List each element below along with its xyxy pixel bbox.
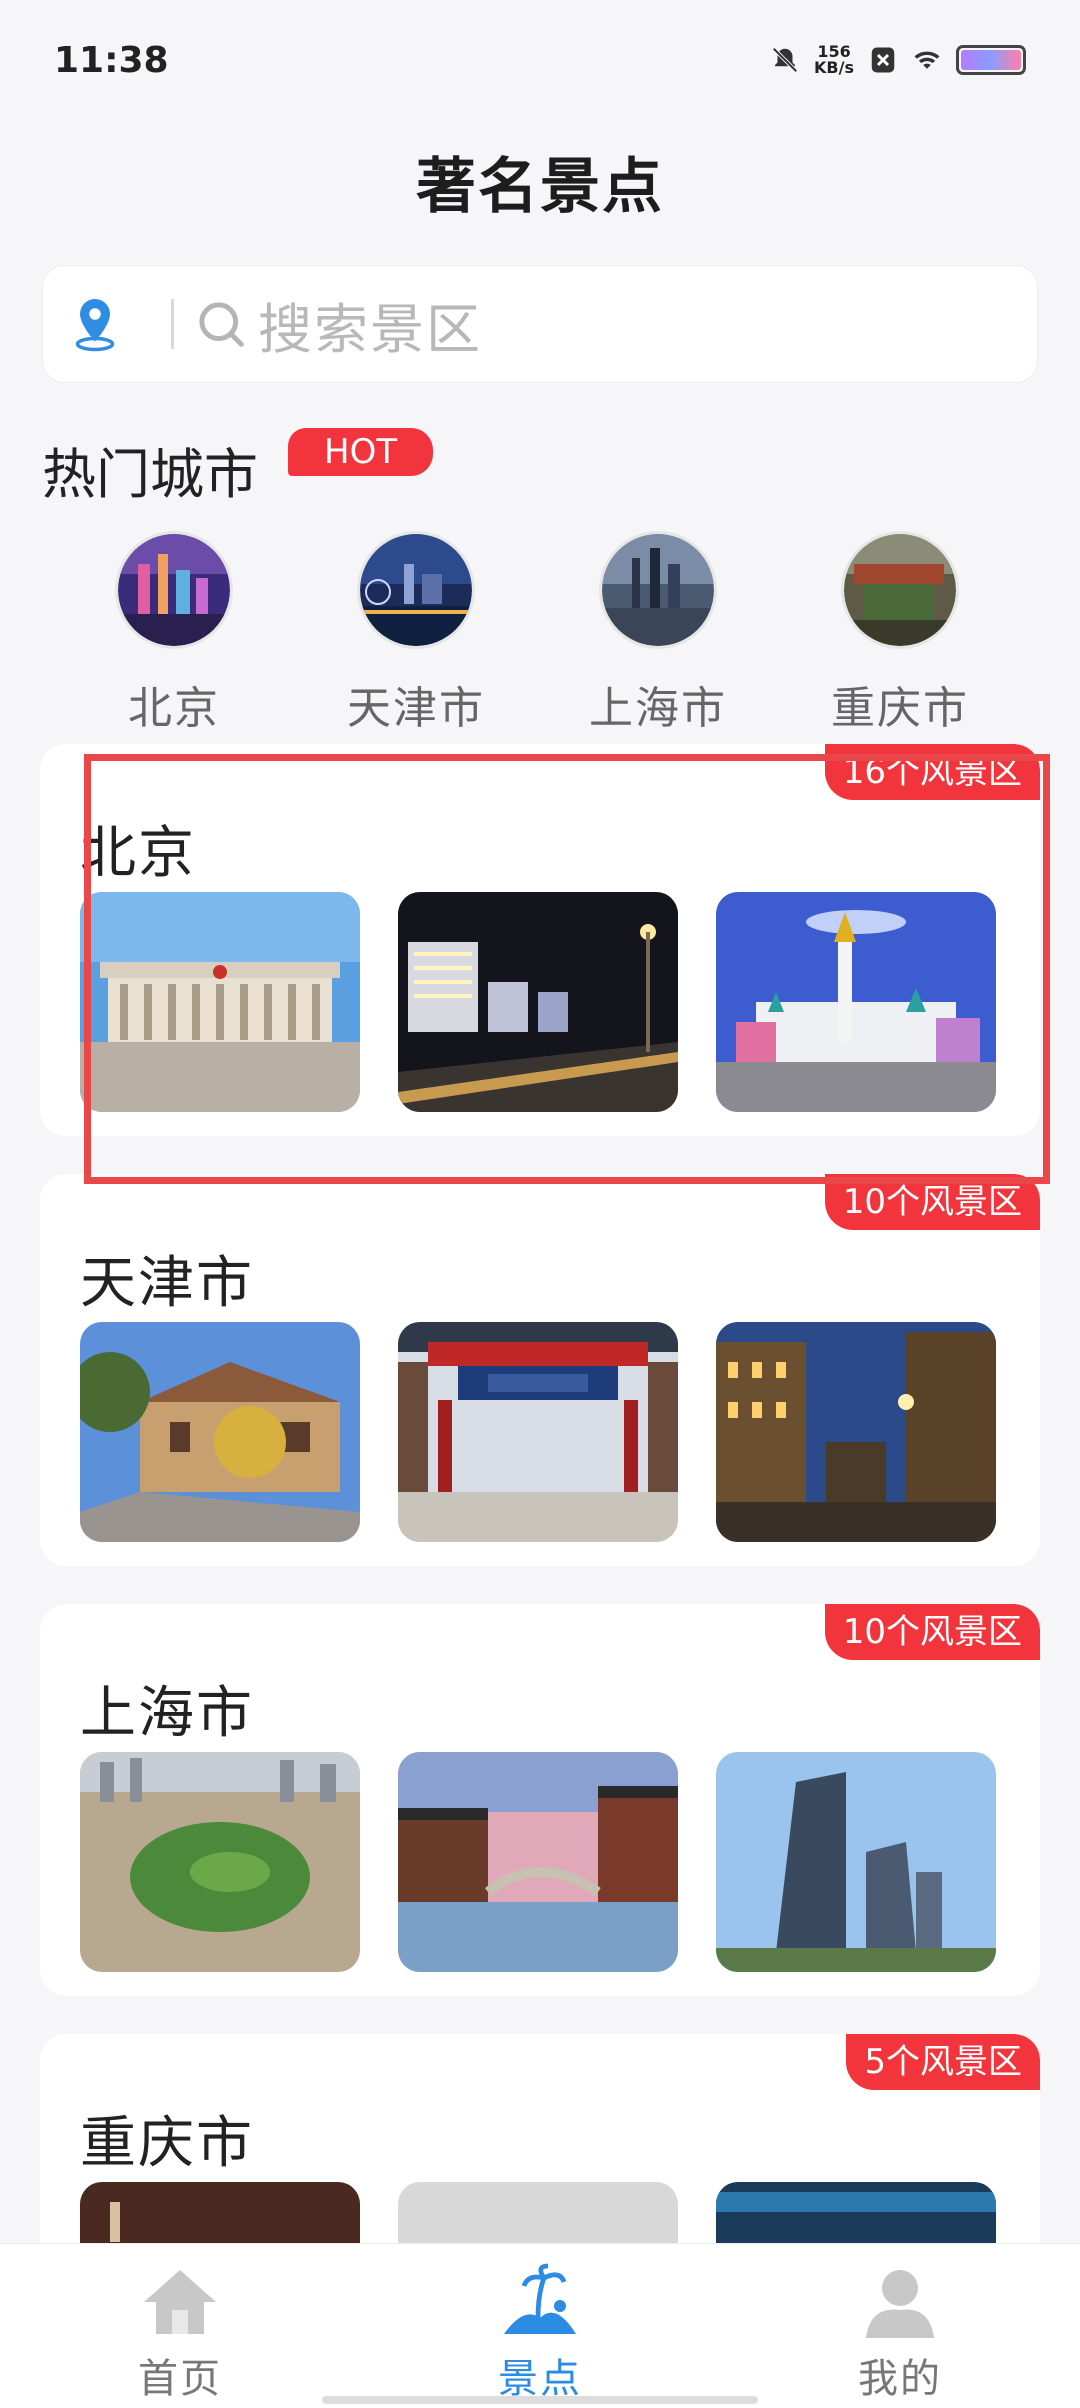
skyscraper-photo — [716, 1752, 996, 1972]
profile-icon — [866, 2270, 934, 2338]
city-name: 重庆市 — [831, 683, 969, 734]
city-avatar — [118, 534, 230, 646]
scenic-thumb[interactable] — [716, 892, 996, 1112]
location-pin-icon[interactable] — [65, 294, 125, 354]
villa-photo — [80, 1322, 360, 1542]
city-avatar — [602, 534, 714, 646]
scenic-thumb[interactable] — [398, 1322, 678, 1542]
scenery-icon — [504, 2263, 576, 2334]
city-card-shanghai[interactable]: 10个风景区 上海市 — [40, 1604, 1040, 1996]
network-speed: 156 KB/s — [814, 44, 854, 76]
italian-street-photo — [716, 1322, 996, 1542]
city-chip-shanghai[interactable]: 上海市 — [568, 534, 748, 736]
scenic-thumb[interactable] — [716, 1322, 996, 1542]
thumb-row — [80, 892, 996, 1112]
status-bar: 11:38 156 KB/s — [0, 0, 1080, 120]
mute-bell-icon — [772, 47, 798, 73]
hot-cities-title: 热门城市 — [42, 443, 258, 506]
city-name: 天津市 — [347, 683, 485, 734]
city-avatar — [844, 534, 956, 646]
scenic-count-badge: 5个风景区 — [846, 2034, 1040, 2090]
river-park-photo — [80, 1752, 360, 1972]
battery-level — [961, 50, 1021, 70]
page-title: 著名景点 — [416, 152, 664, 222]
city-chip-chongqing[interactable]: 重庆市 — [810, 534, 990, 736]
scenic-thumb[interactable] — [80, 1322, 360, 1542]
city-name: 北京 — [128, 683, 220, 734]
city-chip-beijing[interactable]: 北京 — [84, 534, 264, 736]
city-chip-tianjin[interactable]: 天津市 — [326, 534, 506, 736]
scenic-thumb[interactable] — [398, 892, 678, 1112]
city-card-beijing[interactable]: 16个风景区 北京 — [40, 744, 1040, 1136]
museum-photo — [80, 892, 360, 1112]
night-street-photo — [398, 892, 678, 1112]
home-indicator — [322, 2396, 758, 2404]
scenic-count-badge: 16个风景区 — [824, 744, 1040, 800]
search-input[interactable]: 搜索景区 — [258, 285, 482, 364]
no-sim-icon — [871, 47, 895, 73]
search-bar[interactable]: 搜索景区 — [42, 265, 1038, 383]
battery-icon — [956, 45, 1026, 75]
status-time: 11:38 — [54, 39, 169, 81]
wifi-icon — [914, 51, 940, 69]
scenic-count-badge: 10个风景区 — [824, 1604, 1040, 1660]
scenic-thumb[interactable] — [80, 1752, 360, 1972]
nav-home[interactable]: 首页 — [80, 2262, 280, 2404]
home-icon — [144, 2270, 216, 2334]
castle-photo — [716, 892, 996, 1112]
city-avatar — [360, 534, 472, 646]
scenic-thumb[interactable] — [398, 1752, 678, 1972]
hot-badge: HOT — [288, 428, 434, 476]
search-divider — [171, 299, 174, 349]
nav-label: 我的 — [858, 2356, 942, 2402]
card-title: 重庆市 — [80, 2111, 254, 2176]
status-icons: 156 KB/s — [770, 44, 1026, 76]
nav-scenery[interactable]: 景点 — [440, 2262, 640, 2404]
card-title: 上海市 — [80, 1681, 254, 1746]
hot-city-row: 北京 天津市 上海市 重庆市 — [0, 534, 1080, 734]
thumb-row — [80, 1322, 996, 1542]
city-name: 上海市 — [589, 683, 727, 734]
card-title: 天津市 — [80, 1251, 254, 1316]
search-icon — [199, 302, 244, 347]
culture-street-photo — [398, 1322, 678, 1542]
city-card-tianjin[interactable]: 10个风景区 天津市 — [40, 1174, 1040, 1566]
bottom-nav: 首页 景点 我的 — [0, 2243, 1080, 2408]
scenic-thumb[interactable] — [80, 892, 360, 1112]
water-town-photo — [398, 1752, 678, 1972]
nav-profile[interactable]: 我的 — [800, 2262, 1000, 2404]
scenic-thumb[interactable] — [716, 1752, 996, 1972]
thumb-row — [80, 1752, 996, 1972]
scenic-count-badge: 10个风景区 — [824, 1174, 1040, 1230]
speed-unit: KB/s — [814, 58, 854, 77]
nav-label: 首页 — [138, 2356, 222, 2402]
card-title: 北京 — [80, 821, 196, 886]
